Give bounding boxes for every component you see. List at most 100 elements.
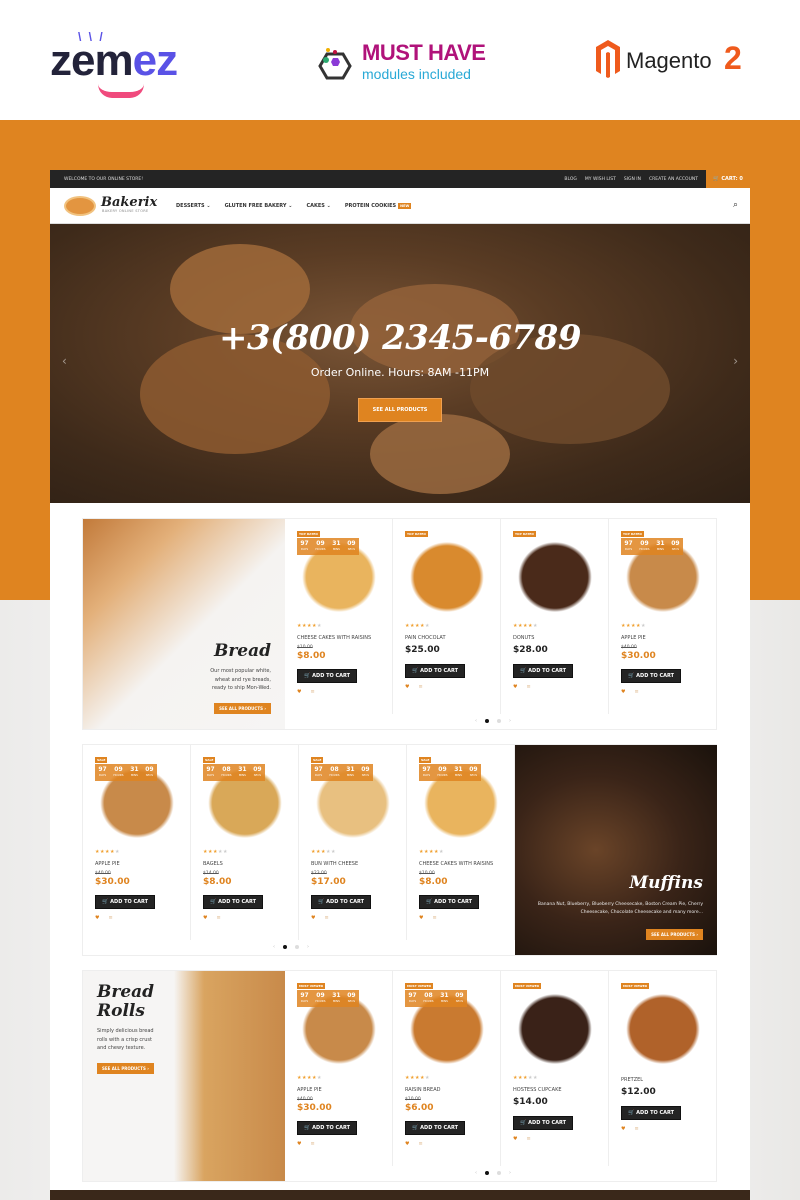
product-name[interactable]: APPLE PIE xyxy=(297,1087,322,1093)
heart-icon[interactable]: ♥ xyxy=(621,1126,625,1132)
category-banner[interactable]: Muffins Banana Nut, Blueberry, Blueberry … xyxy=(515,745,717,955)
product-card[interactable]: MOST VIEWED 97 DAYS 08 HOURS 31 MINS 09 SECS ★★… xyxy=(393,971,501,1166)
add-to-cart-button[interactable]: 🛒 ADD TO CART xyxy=(621,669,681,683)
nav-item-gluten-free[interactable]: GLUTEN FREE BAKERY ⌄ xyxy=(225,203,293,209)
compare-icon[interactable]: ≡ xyxy=(432,915,436,921)
cart-icon: 🛒 xyxy=(519,668,527,674)
add-to-cart-button[interactable]: 🛒 ADD TO CART xyxy=(621,1106,681,1120)
product-image[interactable] xyxy=(513,989,597,1069)
cart-button[interactable]: 🛒 CART: 0 xyxy=(706,170,750,188)
compare-icon[interactable]: ≡ xyxy=(526,684,530,690)
compare-icon[interactable]: ≡ xyxy=(418,684,422,690)
sign-in-link[interactable]: SIGN IN xyxy=(624,177,641,182)
product-name[interactable]: CHEESE CAKES WITH RAISINS xyxy=(419,861,493,867)
product-name[interactable]: DONUTS xyxy=(513,635,534,641)
banner-see-all-button[interactable]: SEE ALL PRODUCTS › xyxy=(646,929,703,940)
banner-see-all-button[interactable]: SEE ALL PRODUCTS › xyxy=(214,703,271,714)
add-to-cart-button[interactable]: 🛒 ADD TO CART xyxy=(311,895,371,909)
add-to-cart-button[interactable]: 🛒 ADD TO CART xyxy=(297,669,357,683)
product-card[interactable]: SALE 97 DAYS 08 HOURS 31 MINS 09 SECS ★★★★★ BUN… xyxy=(299,745,407,940)
add-to-cart-button[interactable]: 🛒 ADD TO CART xyxy=(513,664,573,678)
product-card[interactable]: SALE 97 DAYS 08 HOURS 31 MINS 09 SECS ★★★★★ BAG… xyxy=(191,745,299,940)
pager-next-arrow[interactable]: › xyxy=(509,718,511,724)
heart-icon[interactable]: ♥ xyxy=(405,684,409,690)
pager-next-arrow[interactable]: › xyxy=(307,944,309,950)
compare-icon[interactable]: ≡ xyxy=(418,1141,422,1147)
nav-item-cakes[interactable]: CAKES ⌄ xyxy=(306,203,330,209)
product-image[interactable] xyxy=(513,537,597,617)
search-icon[interactable]: ⌕ xyxy=(733,200,738,210)
nav-item-desserts[interactable]: DESSERTS ⌄ xyxy=(176,203,211,209)
product-image[interactable] xyxy=(405,537,489,617)
product-card[interactable]: TOP RATED 97 DAYS 09 HOURS 31 MINS 09 SECS ★★★★… xyxy=(285,519,393,714)
wishlist-link[interactable]: MY WISH LIST xyxy=(585,177,616,182)
product-image[interactable] xyxy=(621,989,705,1069)
pager-dot[interactable] xyxy=(497,1171,501,1175)
product-tag: MOST VIEWED xyxy=(297,983,326,989)
add-to-cart-button[interactable]: 🛒 ADD TO CART xyxy=(95,895,155,909)
product-name[interactable]: APPLE PIE xyxy=(621,635,646,641)
compare-icon[interactable]: ≡ xyxy=(526,1136,530,1142)
create-account-link[interactable]: CREATE AN ACCOUNT xyxy=(649,177,698,182)
product-card[interactable]: MOST VIEWED 97 DAYS 09 HOURS 31 MINS 09 SECS ★★… xyxy=(285,971,393,1166)
compare-icon[interactable]: ≡ xyxy=(634,1126,638,1132)
add-to-cart-button[interactable]: 🛒 ADD TO CART xyxy=(405,1121,465,1135)
pager-dot[interactable] xyxy=(497,719,501,723)
pager-dot[interactable] xyxy=(295,945,299,949)
product-card[interactable]: TOP RATED ★★★★★ DONUTS $28.00 🛒 ADD TO CA… xyxy=(501,519,609,714)
heart-icon[interactable]: ♥ xyxy=(95,915,99,921)
product-card[interactable]: SALE 97 DAYS 09 HOURS 31 MINS 09 SECS ★★★★★ APP… xyxy=(83,745,191,940)
product-name[interactable]: BAGELS xyxy=(203,861,223,867)
product-card[interactable]: TOP RATED ★★★★★ PAIN CHOCOLAT $25.00 🛒 AD… xyxy=(393,519,501,714)
add-to-cart-button[interactable]: 🛒 ADD TO CART xyxy=(297,1121,357,1135)
product-name[interactable]: PRETZEL xyxy=(621,1077,643,1083)
compare-icon[interactable]: ≡ xyxy=(108,915,112,921)
heart-icon[interactable]: ♥ xyxy=(297,689,301,695)
product-card[interactable]: SALE 97 DAYS 09 HOURS 31 MINS 09 SECS ★★★★★ CHE… xyxy=(407,745,515,940)
blog-link[interactable]: BLOG xyxy=(564,177,576,182)
pager-dot[interactable] xyxy=(283,945,287,949)
heart-icon[interactable]: ♥ xyxy=(297,1141,301,1147)
category-banner[interactable]: Bread Rolls Simply delicious bread rolls … xyxy=(83,971,285,1181)
bakerix-logo[interactable]: Bakerix xyxy=(101,195,157,210)
pager-prev-arrow[interactable]: ‹ xyxy=(273,944,275,950)
add-to-cart-button[interactable]: 🛒 ADD TO CART xyxy=(203,895,263,909)
heart-icon[interactable]: ♥ xyxy=(405,1141,409,1147)
pager-next-arrow[interactable]: › xyxy=(509,1170,511,1176)
pager-prev-arrow[interactable]: ‹ xyxy=(475,1170,477,1176)
product-tag: TOP RATED xyxy=(297,531,320,537)
heart-icon[interactable]: ♥ xyxy=(311,915,315,921)
pager-dot[interactable] xyxy=(485,1171,489,1175)
heart-icon[interactable]: ♥ xyxy=(621,689,625,695)
nav-item-protein-cookies[interactable]: PROTEIN COOKIES NEW xyxy=(345,203,412,209)
bakerix-logo-icon[interactable] xyxy=(64,196,96,216)
heart-icon[interactable]: ♥ xyxy=(203,915,207,921)
product-name[interactable]: CHEESE CAKES WITH RAISINS xyxy=(297,635,371,641)
product-name[interactable]: RAISIN BREAD xyxy=(405,1087,440,1093)
heart-icon[interactable]: ♥ xyxy=(513,1136,517,1142)
product-card[interactable]: MOST VIEWED ★★★★★ HOSTESS CUPCAKE $14.00… xyxy=(501,971,609,1166)
product-name[interactable]: PAIN CHOCOLAT xyxy=(405,635,446,641)
category-banner[interactable]: Bread Our most popular white, wheat and r… xyxy=(83,519,285,729)
compare-icon[interactable]: ≡ xyxy=(310,689,314,695)
timer-unit: 09 SECS xyxy=(145,766,154,777)
heart-icon[interactable]: ♥ xyxy=(419,915,423,921)
add-to-cart-button[interactable]: 🛒 ADD TO CART xyxy=(513,1116,573,1130)
pager-prev-arrow[interactable]: ‹ xyxy=(475,718,477,724)
countdown-timer: 97 DAYS 08 HOURS 31 MINS 09 SECS xyxy=(311,764,373,781)
banner-see-all-button[interactable]: SEE ALL PRODUCTS › xyxy=(97,1063,154,1074)
compare-icon[interactable]: ≡ xyxy=(634,689,638,695)
add-to-cart-button[interactable]: 🛒 ADD TO CART xyxy=(405,664,465,678)
add-to-cart-button[interactable]: 🛒 ADD TO CART xyxy=(419,895,479,909)
pager-dot[interactable] xyxy=(485,719,489,723)
hero-see-all-button[interactable]: SEE ALL PRODUCTS xyxy=(358,398,442,422)
compare-icon[interactable]: ≡ xyxy=(216,915,220,921)
compare-icon[interactable]: ≡ xyxy=(324,915,328,921)
heart-icon[interactable]: ♥ xyxy=(513,684,517,690)
product-name[interactable]: APPLE PIE xyxy=(95,861,120,867)
product-name[interactable]: HOSTESS CUPCAKE xyxy=(513,1087,562,1093)
product-card[interactable]: TOP RATED 97 DAYS 09 HOURS 31 MINS 09 SECS ★★★★… xyxy=(609,519,717,714)
compare-icon[interactable]: ≡ xyxy=(310,1141,314,1147)
product-card[interactable]: MOST VIEWED PRETZEL $12.00 🛒 ADD TO CART … xyxy=(609,971,717,1166)
product-name[interactable]: BUN WITH CHEESE xyxy=(311,861,358,867)
